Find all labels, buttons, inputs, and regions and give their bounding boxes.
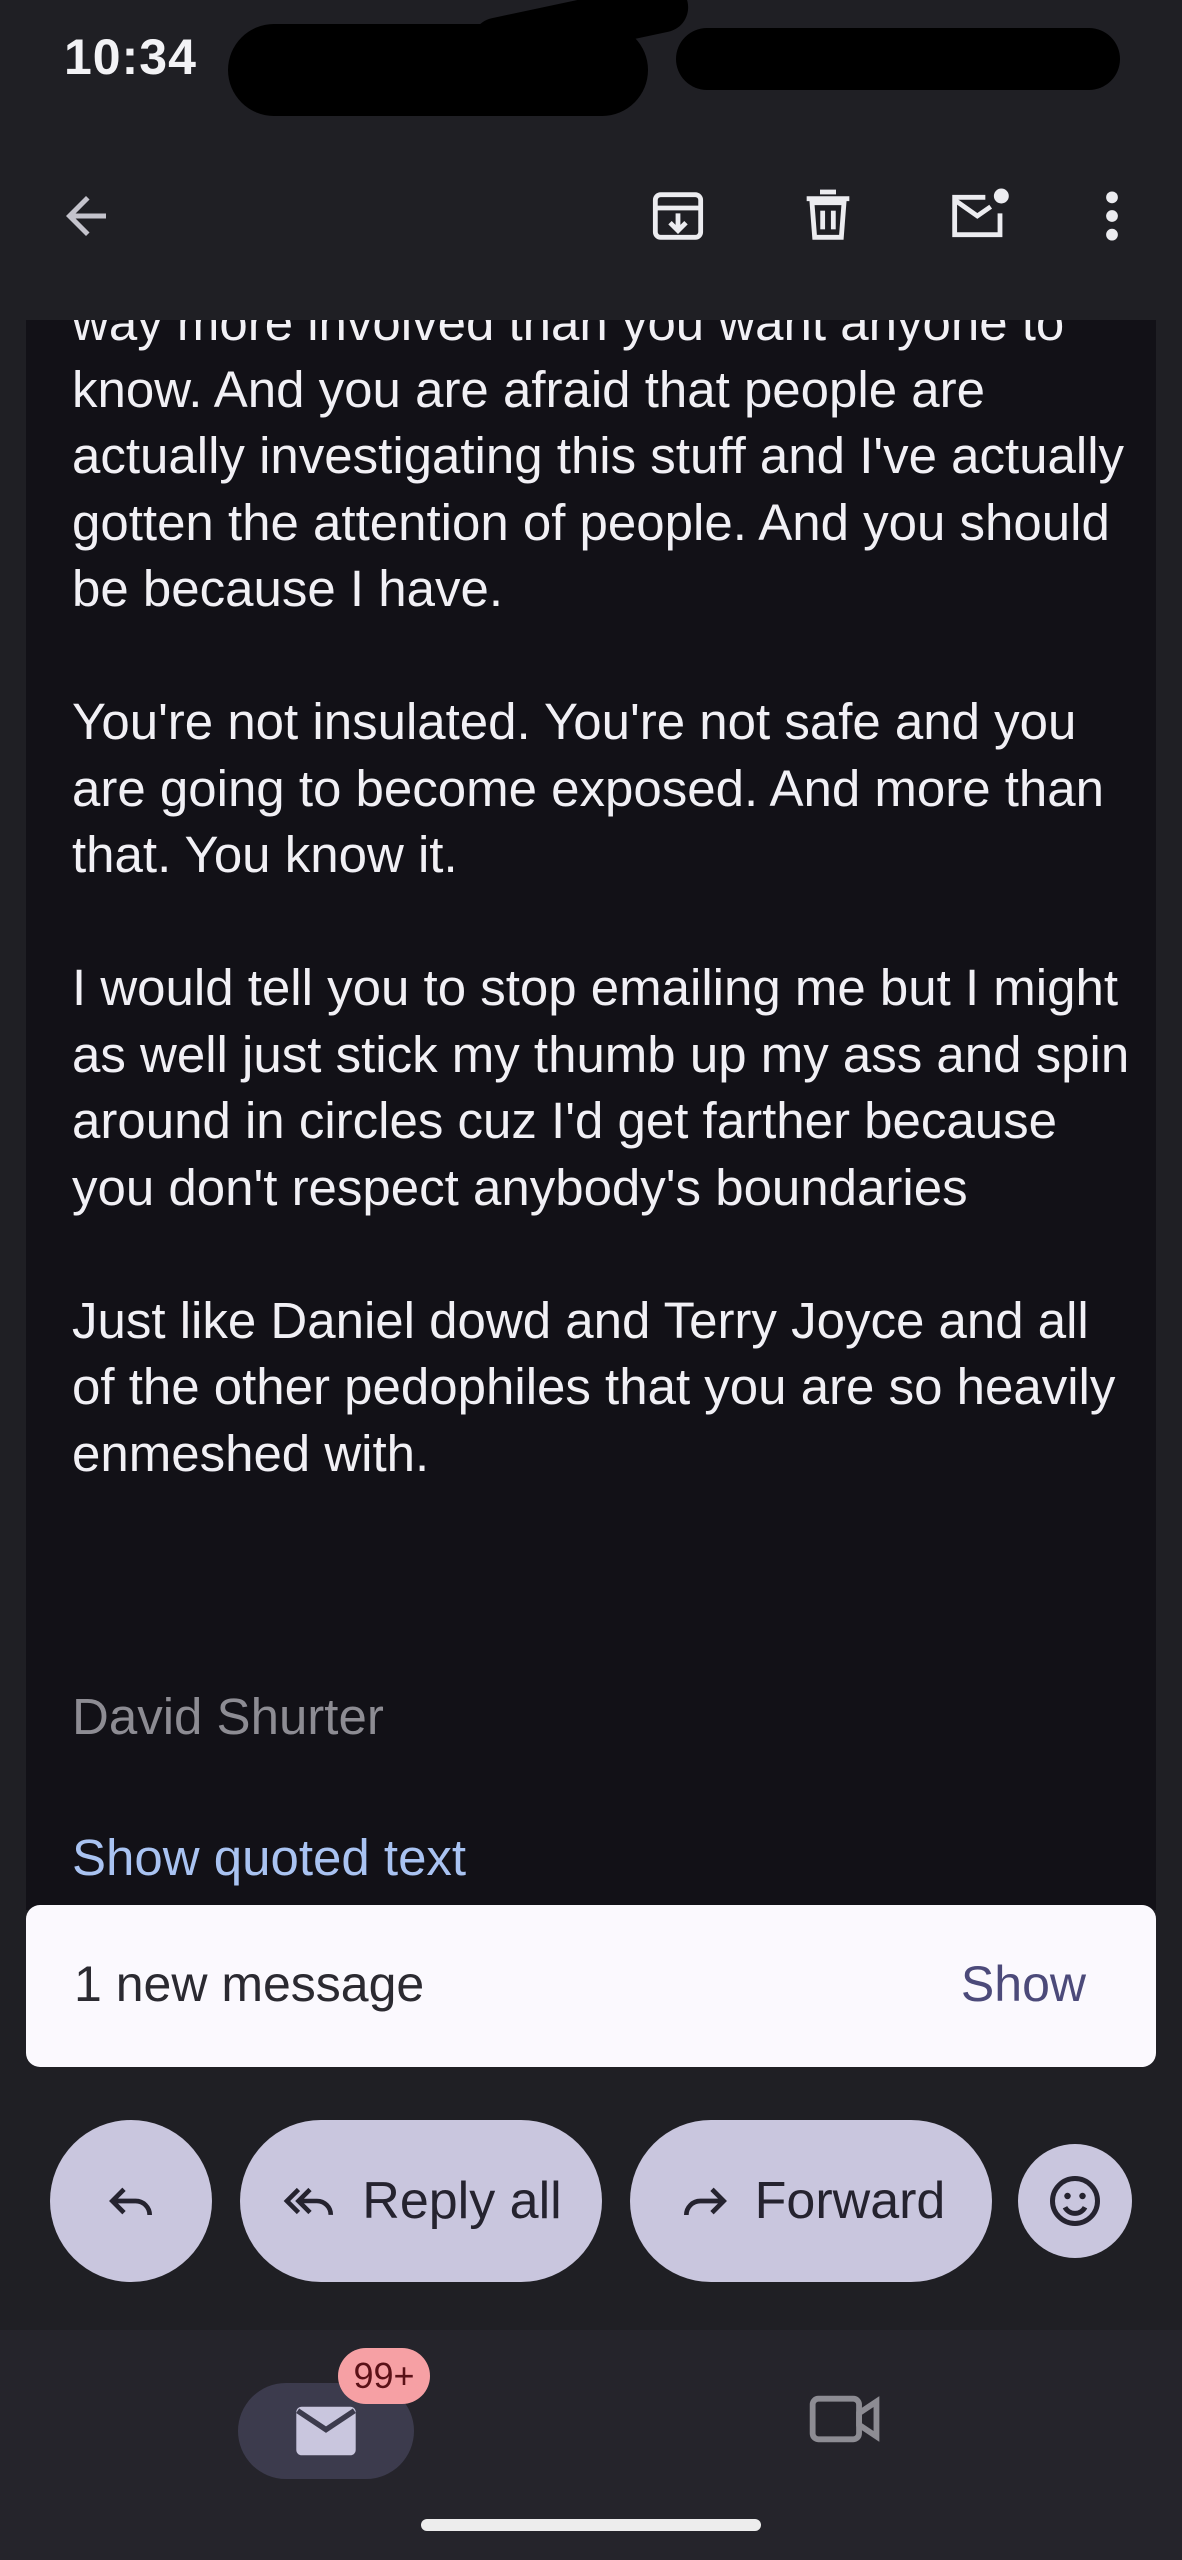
message-paragraph: I would tell you to stop emailing me but… [72, 959, 1130, 1216]
mail-icon [296, 2406, 356, 2456]
archive-icon [652, 192, 704, 240]
message-text: way more involved than you want anyone t… [72, 320, 1132, 1554]
reply-all-label: Reply all [362, 2172, 562, 2230]
redaction-mark [676, 28, 1120, 90]
delete-icon [806, 189, 850, 240]
reply-icon [109, 2187, 152, 2216]
arrow-back-icon [66, 196, 106, 236]
message-paragraph: Just like Daniel dowd and Terry Joyce an… [72, 1291, 1116, 1482]
snackbar-text: 1 new message [74, 1956, 425, 2012]
message-body: way more involved than you want anyone t… [26, 320, 1156, 1910]
message-paragraph: You're not insulated. You're not safe an… [72, 693, 1105, 883]
mark-unread-button[interactable] [932, 168, 1028, 264]
forward-icon [683, 2187, 727, 2216]
nav-meet[interactable] [808, 2390, 884, 2453]
forward-button[interactable]: Forward [630, 2120, 992, 2282]
show-quoted-text-link[interactable]: Show quoted text [72, 1828, 466, 1887]
status-bar: 10:34 [0, 0, 1182, 120]
message-paragraph: way more involved than you want anyone t… [72, 320, 1125, 617]
emoji-reaction-icon [1050, 2176, 1100, 2226]
reply-all-icon [283, 2187, 334, 2216]
more-vert-icon [1106, 191, 1118, 241]
top-app-bar [0, 120, 1182, 320]
new-message-snackbar: 1 new message Show [26, 1905, 1156, 2067]
forward-label: Forward [754, 2172, 946, 2230]
home-indicator[interactable] [421, 2519, 761, 2531]
reply-all-button[interactable]: Reply all [240, 2120, 602, 2282]
video-camera-icon [809, 2395, 880, 2443]
emoji-reaction-button[interactable] [1018, 2144, 1132, 2258]
status-time: 10:34 [64, 29, 197, 85]
delete-button[interactable] [780, 168, 876, 264]
back-button[interactable] [38, 168, 134, 264]
signature: David Shurter [72, 1688, 384, 1745]
mark-unread-icon [952, 188, 1009, 238]
mail-unread-badge: 99+ [338, 2348, 430, 2404]
reply-button[interactable] [50, 2120, 212, 2282]
more-options-button[interactable] [1064, 168, 1160, 264]
archive-button[interactable] [630, 168, 726, 264]
show-new-message-button[interactable]: Show [961, 1955, 1086, 2013]
